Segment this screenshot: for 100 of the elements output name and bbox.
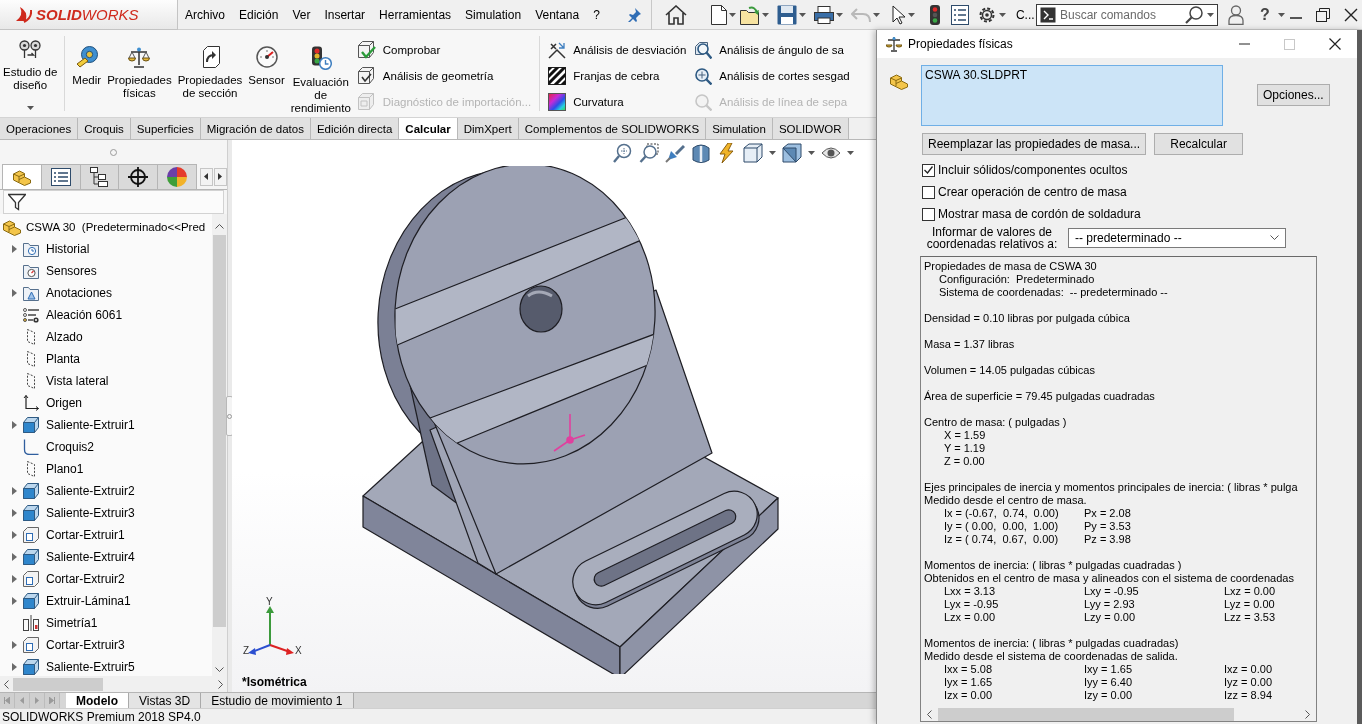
expand-arrow-icon[interactable] — [11, 289, 17, 297]
ribbon-tool-button[interactable]: Curvatura — [546, 89, 689, 115]
caret-icon[interactable] — [835, 12, 843, 17]
menu-item[interactable]: Simulation — [458, 3, 529, 26]
ribbon-tool-button[interactable]: Análisis de cortes sesgad — [692, 63, 852, 89]
menu-item[interactable]: Archivo — [178, 3, 232, 26]
bottom-tab[interactable]: Estudio de movimiento 1 — [201, 693, 354, 708]
ribbon-tab[interactable]: Calcular — [399, 118, 458, 139]
printer-icon[interactable] — [813, 5, 834, 24]
document-icon[interactable] — [710, 4, 727, 25]
caret-icon[interactable] — [872, 12, 880, 17]
bottom-tab[interactable]: Modelo — [66, 693, 129, 708]
panel-tab[interactable] — [40, 164, 81, 189]
expand-arrow-icon[interactable] — [11, 553, 17, 561]
lightning-icon[interactable] — [717, 143, 737, 163]
menu-item[interactable]: Insertar — [317, 3, 373, 26]
menu-item[interactable]: Herramientas — [372, 3, 459, 26]
restore-icon[interactable] — [1316, 7, 1330, 22]
ribbon-tab[interactable]: DimXpert — [457, 118, 519, 139]
ribbon-tab[interactable]: Simulation — [706, 118, 773, 139]
expand-arrow-icon[interactable] — [11, 597, 17, 605]
checkbox[interactable] — [922, 163, 935, 177]
tree-item-label[interactable]: Aleación 6061 — [46, 308, 123, 322]
ribbon-tab[interactable]: Operaciones — [0, 118, 79, 139]
selection-list[interactable]: CSWA 30.SLDPRT — [921, 65, 1223, 126]
help-text[interactable]: ? — [1260, 5, 1270, 24]
expand-arrow-icon[interactable] — [11, 663, 17, 671]
caret-icon[interactable] — [26, 106, 34, 110]
ribbon-tool-button[interactable]: Propiedades de sección — [174, 30, 246, 117]
cube-icon[interactable] — [743, 143, 763, 163]
ribbon-tool-button[interactable]: Comprobar — [355, 37, 534, 63]
tree-item-label[interactable]: Plano1 — [46, 462, 84, 476]
caret-icon[interactable] — [728, 12, 736, 17]
checkbox-label[interactable]: Crear operación de centro de masa — [938, 185, 1127, 199]
sectioned-cylinder-icon[interactable] — [691, 143, 711, 163]
scroll-right-button[interactable] — [214, 167, 227, 186]
shaded-cube-icon[interactable] — [782, 143, 802, 163]
tree-item-label[interactable]: Simetría1 — [46, 616, 98, 630]
caret-icon[interactable] — [847, 151, 854, 155]
caret-icon[interactable] — [761, 12, 769, 17]
pin-icon[interactable] — [626, 7, 641, 22]
eye-icon[interactable] — [821, 146, 841, 160]
close-icon[interactable] — [1328, 38, 1341, 50]
checkbox[interactable] — [922, 207, 935, 221]
ribbon-tool-button[interactable]: Estudio de diseño — [0, 30, 61, 117]
caret-icon[interactable] — [798, 12, 806, 17]
search-field[interactable]: Buscar comandos — [1036, 3, 1218, 26]
tree-item-label[interactable]: Planta — [46, 352, 81, 366]
tree-item-label[interactable]: Cortar-Extruir3 — [46, 638, 125, 652]
ribbon-tool-button[interactable]: Análisis de desviación — [546, 37, 689, 63]
traffic-light-icon[interactable] — [929, 4, 940, 25]
ribbon-tab[interactable]: SOLIDWOR — [772, 118, 849, 139]
ribbon-tool-button[interactable]: Análisis de ángulo de sa — [692, 37, 852, 63]
tree-item-label[interactable]: Cortar-Extruir1 — [46, 528, 125, 542]
expand-arrow-icon[interactable] — [11, 509, 17, 517]
tree-item-label[interactable]: Cortar-Extruir2 — [46, 572, 125, 586]
expand-arrow-icon[interactable] — [11, 531, 17, 539]
tree-item-label[interactable]: Origen — [46, 396, 83, 410]
horizontal-scrollbar[interactable] — [0, 676, 227, 692]
home-icon[interactable] — [664, 4, 687, 25]
expand-arrow-icon[interactable] — [11, 421, 17, 429]
close-icon[interactable] — [1344, 7, 1358, 22]
ribbon-tool-button[interactable]: Franjas de cebra — [546, 63, 689, 89]
property-list-icon[interactable] — [950, 4, 969, 25]
checkbox[interactable] — [922, 185, 935, 199]
menu-item[interactable]: Edición — [232, 3, 286, 26]
options-button[interactable]: Opciones... — [1257, 84, 1330, 106]
toolbar-overflow-text[interactable]: C... — [1015, 7, 1035, 22]
checkbox-label[interactable]: Incluir sólidos/componentes ocultos — [938, 163, 1128, 177]
checkbox-label[interactable]: Mostrar masa de cordón de soldadura — [938, 207, 1141, 221]
ribbon-tool-button[interactable]: Análisis de geometría — [355, 63, 534, 89]
ribbon-tab[interactable]: Superficies — [130, 118, 201, 139]
caret-icon[interactable] — [808, 151, 815, 155]
ribbon-tool-button[interactable]: Propiedades físicas — [104, 30, 175, 117]
panel-tab[interactable] — [118, 164, 159, 189]
tree-root-label[interactable]: CSWA 30 (Predeterminado<<Pred — [26, 221, 206, 233]
expand-arrow-icon[interactable] — [11, 575, 17, 583]
expand-arrow-icon[interactable] — [11, 641, 17, 649]
menu-item[interactable]: ? — [586, 3, 607, 26]
vertical-scrollbar[interactable] — [212, 214, 227, 676]
caret-icon[interactable] — [998, 12, 1006, 17]
expand-arrow-icon[interactable] — [11, 245, 17, 253]
user-icon[interactable] — [1228, 4, 1244, 25]
tree-item-label[interactable]: Anotaciones — [46, 286, 113, 300]
tree-item-label[interactable]: Sensores — [46, 264, 97, 278]
tree-item-label[interactable]: Extruir-Lámina1 — [46, 594, 131, 608]
ribbon-tab[interactable]: Edición directa — [310, 118, 400, 139]
tree-item-label[interactable]: Saliente-Extruir2 — [46, 484, 135, 498]
dialog-button[interactable]: Recalcular — [1154, 133, 1244, 155]
filter-field[interactable] — [3, 190, 224, 214]
menu-item[interactable]: Ver — [285, 3, 318, 26]
search-icon[interactable] — [1185, 5, 1203, 24]
tree-item-label[interactable]: Saliente-Extruir5 — [46, 660, 135, 674]
ribbon-tab[interactable]: Croquis — [78, 118, 131, 139]
tree-item-label[interactable]: Croquis2 — [46, 440, 95, 454]
dialog-button[interactable]: Reemplazar las propiedades de masa... — [922, 133, 1147, 155]
panel-tab[interactable] — [79, 164, 120, 189]
ribbon-tool-button[interactable]: Evaluación de rendimiento — [287, 30, 354, 117]
scroll-left-button[interactable] — [200, 167, 213, 186]
tree-item-label[interactable]: Saliente-Extruir3 — [46, 506, 135, 520]
